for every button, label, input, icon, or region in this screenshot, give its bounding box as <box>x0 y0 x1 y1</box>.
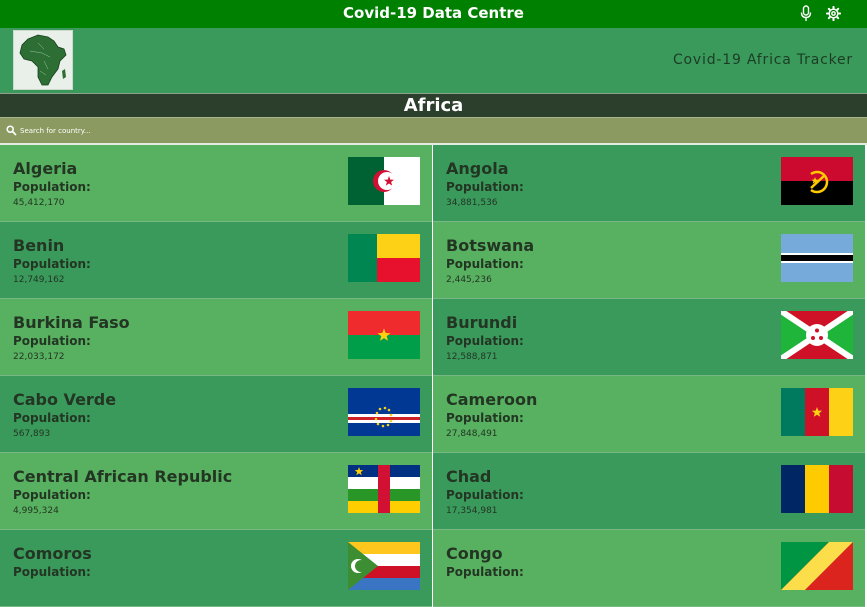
country-name: Comoros <box>13 544 92 563</box>
cabo-verde-flag <box>348 388 420 436</box>
population-label: Population: <box>446 411 524 425</box>
angola-flag <box>781 157 853 205</box>
country-card[interactable]: Benin Population: 12,749,162 <box>0 222 432 299</box>
congo-flag <box>781 542 853 590</box>
country-card[interactable]: Angola Population: 34,881,536 <box>433 145 865 222</box>
population-value: 12,749,162 <box>13 275 65 285</box>
region-bar: Africa <box>0 93 867 117</box>
country-name: Cameroon <box>446 390 538 409</box>
algeria-flag <box>348 157 420 205</box>
app-title: Covid-19 Data Centre <box>343 4 524 22</box>
country-card[interactable]: Burkina Faso Population: 22,033,172 <box>0 299 432 376</box>
population-value: 12,588,871 <box>446 352 498 362</box>
population-value: 567,893 <box>13 429 51 439</box>
country-name: Chad <box>446 467 492 486</box>
region-title: Africa <box>403 95 464 116</box>
country-card[interactable]: Cabo Verde Population: 567,893 <box>0 376 432 453</box>
app-subtitle: Covid-19 Africa Tracker <box>672 52 853 68</box>
population-label: Population: <box>13 411 91 425</box>
population-label: Population: <box>13 334 91 348</box>
population-label: Population: <box>446 257 524 271</box>
search-bar <box>0 117 867 145</box>
country-name: Algeria <box>13 159 78 178</box>
population-value: 4,995,324 <box>13 506 59 516</box>
country-card[interactable]: Algeria Population: 45,412,170 <box>0 145 432 222</box>
country-name: Botswana <box>446 236 535 255</box>
country-card[interactable]: Central African Republic Population: 4,9… <box>0 453 432 530</box>
gear-icon[interactable] <box>826 6 841 21</box>
population-value: 17,354,981 <box>446 506 498 516</box>
comoros-flag <box>348 542 420 590</box>
africa-map-logo <box>13 30 73 90</box>
country-card[interactable]: Comoros Population: <box>0 530 432 607</box>
country-name: Congo <box>446 544 503 563</box>
microphone-icon[interactable] <box>800 5 812 22</box>
population-label: Population: <box>13 488 91 502</box>
country-card[interactable]: Burundi Population: 12,588,871 <box>433 299 865 376</box>
country-card[interactable]: Congo Population: <box>433 530 865 607</box>
population-label: Population: <box>446 334 524 348</box>
country-name: Burkina Faso <box>13 313 130 332</box>
population-value: 27,848,491 <box>446 429 498 439</box>
app-header: Covid-19 Africa Tracker <box>0 28 867 93</box>
country-name: Benin <box>13 236 65 255</box>
population-label: Population: <box>446 180 524 194</box>
population-value: 22,033,172 <box>13 352 65 362</box>
search-input[interactable] <box>20 124 320 138</box>
population-label: Population: <box>13 565 91 579</box>
country-name: Angola <box>446 159 509 178</box>
population-label: Population: <box>13 257 91 271</box>
population-value: 45,412,170 <box>13 198 65 208</box>
country-card[interactable]: Chad Population: 17,354,981 <box>433 453 865 530</box>
cameroon-flag <box>781 388 853 436</box>
burundi-flag <box>781 311 853 359</box>
app-top-bar: Covid-19 Data Centre <box>0 0 867 28</box>
burkina-faso-flag <box>348 311 420 359</box>
country-name: Burundi <box>446 313 518 332</box>
benin-flag <box>348 234 420 282</box>
population-value: 34,881,536 <box>446 198 498 208</box>
country-card[interactable]: Botswana Population: 2,445,236 <box>433 222 865 299</box>
country-grid: Algeria Population: 45,412,170 Angola Po… <box>0 145 867 607</box>
population-label: Population: <box>13 180 91 194</box>
country-name: Central African Republic <box>13 467 233 486</box>
population-label: Population: <box>446 488 524 502</box>
central-african-republic-flag <box>348 465 420 513</box>
search-icon <box>6 125 17 136</box>
chad-flag <box>781 465 853 513</box>
country-name: Cabo Verde <box>13 390 117 409</box>
population-value: 2,445,236 <box>446 275 492 285</box>
botswana-flag <box>781 234 853 282</box>
country-card[interactable]: Cameroon Population: 27,848,491 <box>433 376 865 453</box>
population-label: Population: <box>446 565 524 579</box>
